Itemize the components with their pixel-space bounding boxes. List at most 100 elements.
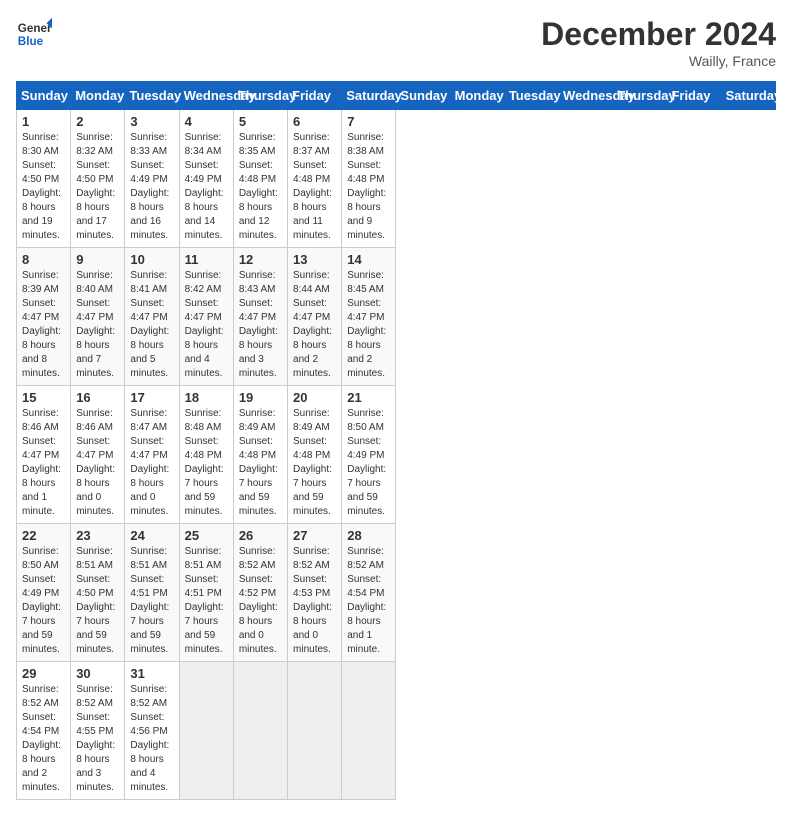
calendar-cell: 9 Sunrise: 8:40 AMSunset: 4:47 PMDaylight… [71,248,125,386]
calendar-cell: 18 Sunrise: 8:48 AMSunset: 4:48 PMDayligh… [179,386,233,524]
day-info: Sunrise: 8:34 AMSunset: 4:49 PMDaylight:… [185,131,228,243]
day-info: Sunrise: 8:49 AMSunset: 4:48 PMDaylight:… [293,407,336,519]
day-info: Sunrise: 8:41 AMSunset: 4:47 PMDaylight:… [130,269,173,381]
day-number: 6 [293,114,336,129]
day-number: 13 [293,252,336,267]
week-row-2: 8 Sunrise: 8:39 AMSunset: 4:47 PMDaylight… [17,248,776,386]
col-header-monday: Monday [450,82,504,110]
header-day-friday: Friday [288,82,342,110]
day-info: Sunrise: 8:52 AMSunset: 4:53 PMDaylight:… [293,545,336,657]
day-number: 9 [76,252,119,267]
col-header-sunday: Sunday [396,82,450,110]
day-info: Sunrise: 8:39 AMSunset: 4:47 PMDaylight:… [22,269,65,381]
day-number: 22 [22,528,65,543]
day-info: Sunrise: 8:52 AMSunset: 4:56 PMDaylight:… [130,683,173,795]
day-number: 2 [76,114,119,129]
calendar-cell: 23 Sunrise: 8:51 AMSunset: 4:50 PMDayligh… [71,524,125,662]
day-info: Sunrise: 8:50 AMSunset: 4:49 PMDaylight:… [347,407,390,519]
day-number: 3 [130,114,173,129]
calendar-cell: 19Sunrise: 8:49 AMSunset: 4:48 PMDayligh… [233,386,287,524]
calendar-cell: 12 Sunrise: 8:43 AMSunset: 4:47 PMDayligh… [233,248,287,386]
col-header-tuesday: Tuesday [504,82,558,110]
day-info: Sunrise: 8:46 AMSunset: 4:47 PMDaylight:… [22,407,65,519]
calendar-table: SundayMondayTuesdayWednesdayThursdayFrid… [16,81,776,800]
week-row-3: 15 Sunrise: 8:46 AMSunset: 4:47 PMDayligh… [17,386,776,524]
day-info: Sunrise: 8:51 AMSunset: 4:50 PMDaylight:… [76,545,119,657]
day-number: 23 [76,528,119,543]
day-number: 10 [130,252,173,267]
calendar-cell [342,662,396,800]
day-info: Sunrise: 8:44 AMSunset: 4:47 PMDaylight:… [293,269,336,381]
header-day-thursday: Thursday [233,82,287,110]
calendar-cell: 21Sunrise: 8:50 AMSunset: 4:49 PMDayligh… [342,386,396,524]
day-info: Sunrise: 8:46 AMSunset: 4:47 PMDaylight:… [76,407,119,519]
calendar-cell [179,662,233,800]
day-number: 4 [185,114,228,129]
location: Wailly, France [541,53,776,69]
day-number: 31 [130,666,173,681]
day-number: 25 [185,528,228,543]
calendar-cell: 31 Sunrise: 8:52 AMSunset: 4:56 PMDayligh… [125,662,179,800]
day-number: 28 [347,528,390,543]
day-info: Sunrise: 8:52 AMSunset: 4:54 PMDaylight:… [347,545,390,657]
calendar-cell: 24Sunrise: 8:51 AMSunset: 4:51 PMDayligh… [125,524,179,662]
header-day-saturday: Saturday [342,82,396,110]
calendar-cell: 28 Sunrise: 8:52 AMSunset: 4:54 PMDayligh… [342,524,396,662]
calendar-cell: 15 Sunrise: 8:46 AMSunset: 4:47 PMDayligh… [17,386,71,524]
day-info: Sunrise: 8:33 AMSunset: 4:49 PMDaylight:… [130,131,173,243]
day-number: 5 [239,114,282,129]
day-number: 7 [347,114,390,129]
calendar-cell: 1Sunrise: 8:30 AMSunset: 4:50 PMDaylight… [17,110,71,248]
day-info: Sunrise: 8:49 AMSunset: 4:48 PMDaylight:… [239,407,282,519]
calendar-cell: 8 Sunrise: 8:39 AMSunset: 4:47 PMDaylight… [17,248,71,386]
day-number: 12 [239,252,282,267]
day-info: Sunrise: 8:32 AMSunset: 4:50 PMDaylight:… [76,131,119,243]
logo-icon: General Blue [16,16,52,52]
day-number: 15 [22,390,65,405]
calendar-cell: 5 Sunrise: 8:35 AMSunset: 4:48 PMDaylight… [233,110,287,248]
day-number: 27 [293,528,336,543]
header-day-monday: Monday [71,82,125,110]
week-row-4: 22 Sunrise: 8:50 AMSunset: 4:49 PMDayligh… [17,524,776,662]
day-info: Sunrise: 8:48 AMSunset: 4:48 PMDaylight:… [185,407,228,519]
day-number: 26 [239,528,282,543]
calendar-cell: 14 Sunrise: 8:45 AMSunset: 4:47 PMDayligh… [342,248,396,386]
day-info: Sunrise: 8:52 AMSunset: 4:54 PMDaylight:… [22,683,65,795]
svg-text:Blue: Blue [18,35,44,48]
day-info: Sunrise: 8:51 AMSunset: 4:51 PMDaylight:… [185,545,228,657]
header-day-tuesday: Tuesday [125,82,179,110]
day-info: Sunrise: 8:35 AMSunset: 4:48 PMDaylight:… [239,131,282,243]
day-info: Sunrise: 8:52 AMSunset: 4:52 PMDaylight:… [239,545,282,657]
title-block: December 2024 Wailly, France [541,16,776,69]
calendar-cell [288,662,342,800]
col-header-wednesday: Wednesday [559,82,613,110]
day-info: Sunrise: 8:38 AMSunset: 4:48 PMDaylight:… [347,131,390,243]
calendar-cell: 10 Sunrise: 8:41 AMSunset: 4:47 PMDayligh… [125,248,179,386]
day-number: 24 [130,528,173,543]
day-number: 29 [22,666,65,681]
day-number: 14 [347,252,390,267]
calendar-cell: 6 Sunrise: 8:37 AMSunset: 4:48 PMDaylight… [288,110,342,248]
week-row-5: 29 Sunrise: 8:52 AMSunset: 4:54 PMDayligh… [17,662,776,800]
day-number: 18 [185,390,228,405]
col-header-thursday: Thursday [613,82,667,110]
day-number: 11 [185,252,228,267]
calendar-cell [233,662,287,800]
calendar-cell: 27 Sunrise: 8:52 AMSunset: 4:53 PMDayligh… [288,524,342,662]
day-info: Sunrise: 8:42 AMSunset: 4:47 PMDaylight:… [185,269,228,381]
header-row: SundayMondayTuesdayWednesdayThursdayFrid… [17,82,776,110]
day-number: 16 [76,390,119,405]
day-info: Sunrise: 8:45 AMSunset: 4:47 PMDaylight:… [347,269,390,381]
calendar-cell: 7 Sunrise: 8:38 AMSunset: 4:48 PMDaylight… [342,110,396,248]
day-number: 17 [130,390,173,405]
calendar-cell: 20Sunrise: 8:49 AMSunset: 4:48 PMDayligh… [288,386,342,524]
day-info: Sunrise: 8:43 AMSunset: 4:47 PMDaylight:… [239,269,282,381]
day-info: Sunrise: 8:37 AMSunset: 4:48 PMDaylight:… [293,131,336,243]
day-number: 8 [22,252,65,267]
calendar-cell: 22 Sunrise: 8:50 AMSunset: 4:49 PMDayligh… [17,524,71,662]
day-info: Sunrise: 8:50 AMSunset: 4:49 PMDaylight:… [22,545,65,657]
day-info: Sunrise: 8:30 AMSunset: 4:50 PMDaylight:… [22,131,65,243]
week-row-1: 1Sunrise: 8:30 AMSunset: 4:50 PMDaylight… [17,110,776,248]
day-info: Sunrise: 8:40 AMSunset: 4:47 PMDaylight:… [76,269,119,381]
calendar-cell: 11 Sunrise: 8:42 AMSunset: 4:47 PMDayligh… [179,248,233,386]
